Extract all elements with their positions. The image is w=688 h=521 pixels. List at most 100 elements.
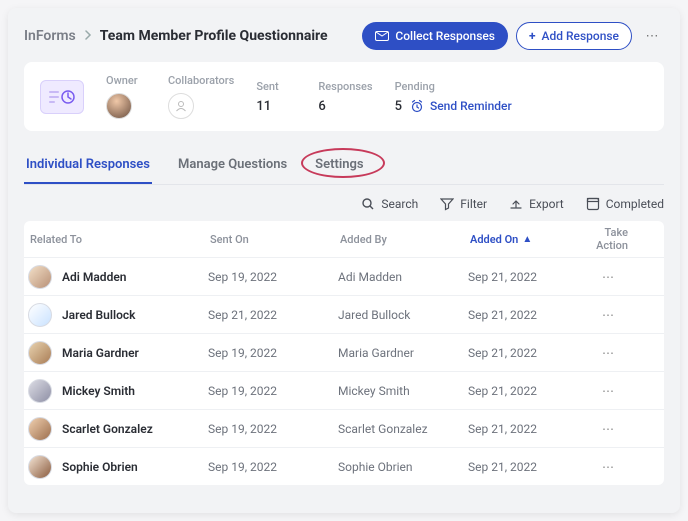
cell-added-on: Sep 21, 2022 [468, 422, 578, 436]
cell-sent-on: Sep 19, 2022 [208, 346, 338, 360]
row-action-button[interactable]: ⋯ [578, 384, 638, 398]
respondent-name: Jared Bullock [62, 308, 135, 322]
tab-manage-questions[interactable]: Manage Questions [176, 149, 289, 184]
stat-owner: Owner [106, 74, 146, 119]
export-label: Export [529, 197, 564, 211]
pending-row: 5 Send Reminder [395, 99, 512, 114]
avatar [28, 341, 52, 365]
stat-sent: Sent 11 [256, 80, 296, 114]
add-collaborator-button[interactable] [168, 93, 194, 119]
cell-related-to: Sophie Obrien [28, 455, 208, 479]
table-header: Related To Sent On Added By Added On ▲ T… [24, 221, 664, 257]
cell-sent-on: Sep 19, 2022 [208, 270, 338, 284]
tab-settings-label: Settings [315, 157, 363, 172]
col-take-action: Take Action [578, 226, 638, 252]
send-reminder-label: Send Reminder [430, 99, 512, 113]
collaborators-label: Collaborators [168, 74, 234, 87]
cell-related-to: Mickey Smith [28, 379, 208, 403]
cell-related-to: Jared Bullock [28, 303, 208, 327]
sent-value: 11 [256, 99, 271, 114]
table-row[interactable]: Maria Gardner Sep 19, 2022 Maria Gardner… [24, 333, 664, 371]
cell-added-on: Sep 21, 2022 [468, 346, 578, 360]
col-added-on-label: Added On [470, 233, 518, 246]
avatar [28, 303, 52, 327]
owner-avatar[interactable] [106, 93, 132, 119]
envelope-icon [375, 31, 389, 41]
completed-tool[interactable]: Completed [586, 197, 664, 211]
pending-value: 5 [395, 99, 402, 114]
table-row[interactable]: Adi Madden Sep 19, 2022 Adi Madden Sep 2… [24, 257, 664, 295]
cell-added-by: Adi Madden [338, 270, 468, 284]
cell-added-on: Sep 21, 2022 [468, 308, 578, 322]
alarm-icon [410, 99, 424, 113]
avatar [28, 417, 52, 441]
cell-added-by: Sophie Obrien [338, 460, 468, 474]
responses-table: Related To Sent On Added By Added On ▲ T… [24, 221, 664, 485]
respondent-name: Adi Madden [62, 270, 126, 284]
collect-responses-label: Collect Responses [395, 29, 495, 43]
filter-icon [440, 197, 454, 211]
respondent-name: Mickey Smith [62, 384, 135, 398]
more-menu-button[interactable]: ⋯ [640, 24, 664, 48]
ellipsis-icon: ⋯ [602, 270, 614, 284]
export-icon [509, 197, 523, 211]
col-added-by[interactable]: Added By [338, 233, 468, 246]
pending-label: Pending [395, 80, 435, 93]
person-icon [174, 99, 188, 113]
cell-added-on: Sep 21, 2022 [468, 384, 578, 398]
tab-settings[interactable]: Settings [313, 149, 365, 184]
page-title: Team Member Profile Questionnaire [100, 28, 328, 44]
search-label: Search [381, 197, 418, 211]
stats-card: Owner Collaborators Sent 11 Responses 6 … [24, 62, 664, 131]
cell-added-on: Sep 21, 2022 [468, 460, 578, 474]
app-frame: InForms Team Member Profile Questionnair… [8, 8, 680, 513]
col-sent-on[interactable]: Sent On [208, 233, 338, 246]
ellipsis-icon: ⋯ [602, 384, 614, 398]
ellipsis-icon: ⋯ [602, 308, 614, 322]
col-added-on[interactable]: Added On ▲ [468, 233, 578, 246]
list-toolbar: Search Filter Export Completed [24, 197, 664, 211]
add-response-button[interactable]: + Add Response [516, 22, 632, 50]
cell-added-by: Maria Gardner [338, 346, 468, 360]
completed-label: Completed [606, 197, 664, 211]
owner-label: Owner [106, 74, 138, 87]
table-row[interactable]: Mickey Smith Sep 19, 2022 Mickey Smith S… [24, 371, 664, 409]
collect-responses-button[interactable]: Collect Responses [362, 22, 508, 50]
table-row[interactable]: Sophie Obrien Sep 19, 2022 Sophie Obrien… [24, 447, 664, 485]
ellipsis-icon: ⋯ [602, 346, 614, 360]
top-actions: Collect Responses + Add Response ⋯ [362, 22, 664, 50]
search-icon [361, 197, 375, 211]
table-row[interactable]: Scarlet Gonzalez Sep 19, 2022 Scarlet Go… [24, 409, 664, 447]
table-row[interactable]: Jared Bullock Sep 21, 2022 Jared Bullock… [24, 295, 664, 333]
responses-value: 6 [318, 99, 325, 114]
ellipsis-icon: ⋯ [646, 29, 659, 44]
respondent-name: Maria Gardner [62, 346, 139, 360]
export-tool[interactable]: Export [509, 197, 564, 211]
cell-added-by: Jared Bullock [338, 308, 468, 322]
col-related-to[interactable]: Related To [28, 233, 208, 246]
tab-individual-responses[interactable]: Individual Responses [24, 149, 152, 184]
completed-icon [586, 197, 600, 211]
filter-tool[interactable]: Filter [440, 197, 487, 211]
filter-label: Filter [460, 197, 487, 211]
breadcrumb-root[interactable]: InForms [24, 28, 76, 44]
stat-collaborators: Collaborators [168, 74, 234, 119]
row-action-button[interactable]: ⋯ [578, 346, 638, 360]
add-response-label: Add Response [542, 29, 619, 43]
row-action-button[interactable]: ⋯ [578, 308, 638, 322]
row-action-button[interactable]: ⋯ [578, 422, 638, 436]
row-action-button[interactable]: ⋯ [578, 460, 638, 474]
cell-related-to: Adi Madden [28, 265, 208, 289]
ellipsis-icon: ⋯ [602, 460, 614, 474]
cell-sent-on: Sep 21, 2022 [208, 308, 338, 322]
cell-related-to: Scarlet Gonzalez [28, 417, 208, 441]
respondent-name: Scarlet Gonzalez [62, 422, 153, 436]
row-action-button[interactable]: ⋯ [578, 270, 638, 284]
cell-added-by: Mickey Smith [338, 384, 468, 398]
search-tool[interactable]: Search [361, 197, 418, 211]
cell-sent-on: Sep 19, 2022 [208, 384, 338, 398]
cell-sent-on: Sep 19, 2022 [208, 460, 338, 474]
send-reminder-link[interactable]: Send Reminder [410, 99, 512, 113]
cell-added-by: Scarlet Gonzalez [338, 422, 468, 436]
topbar: InForms Team Member Profile Questionnair… [24, 22, 664, 50]
